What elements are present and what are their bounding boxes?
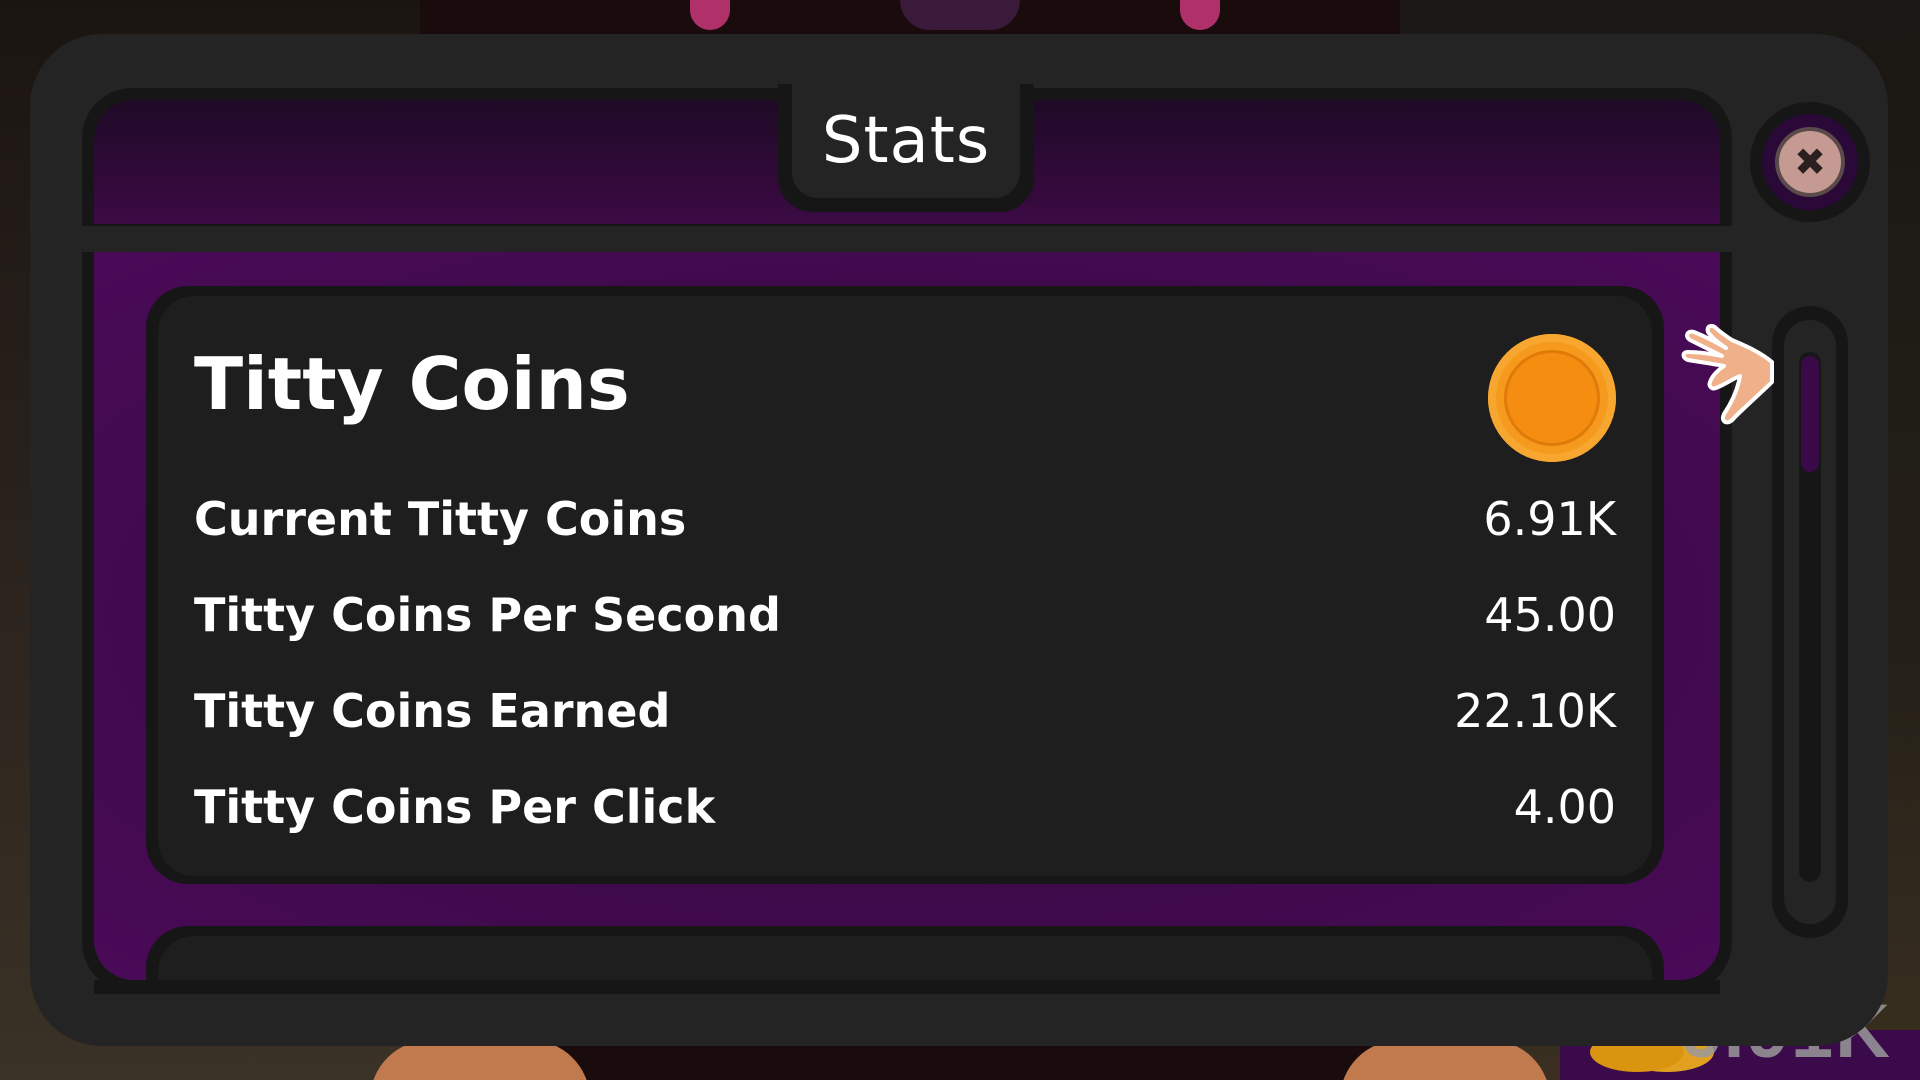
scrollbar-thumb[interactable] (1801, 356, 1819, 472)
coin-icon (1488, 334, 1616, 462)
header-divider (82, 226, 1732, 252)
background-character-lips (900, 0, 1020, 30)
stat-label: Titty Coins Per Click (194, 780, 716, 834)
next-stats-card-inner (158, 936, 1652, 986)
close-icon[interactable]: ✖ (1775, 127, 1845, 197)
section-title: Titty Coins (194, 342, 630, 426)
stat-value: 6.91K (1483, 492, 1616, 546)
stat-row: Titty Coins Per Click 4.00 (194, 780, 1616, 834)
stat-label: Current Titty Coins (194, 492, 687, 546)
frame-bottom-edge (94, 980, 1720, 994)
stat-row: Titty Coins Per Second 45.00 (194, 588, 1616, 642)
close-button-ring: ✖ (1762, 114, 1858, 210)
stat-row: Titty Coins Earned 22.10K (194, 684, 1616, 738)
close-button[interactable]: ✖ (1750, 102, 1870, 222)
dialog-title: Stats (821, 104, 991, 178)
title-tab-inner: Stats (792, 84, 1020, 198)
background-hand-left (370, 1040, 590, 1080)
stat-value: 4.00 (1513, 780, 1616, 834)
stat-label: Titty Coins Per Second (194, 588, 781, 642)
stat-label: Titty Coins Earned (194, 684, 671, 738)
coin-icon-face (1504, 350, 1600, 446)
hand-cursor-icon (1681, 323, 1774, 425)
stat-value: 22.10K (1454, 684, 1616, 738)
stat-value: 45.00 (1484, 588, 1616, 642)
stat-row: Current Titty Coins 6.91K (194, 492, 1616, 546)
